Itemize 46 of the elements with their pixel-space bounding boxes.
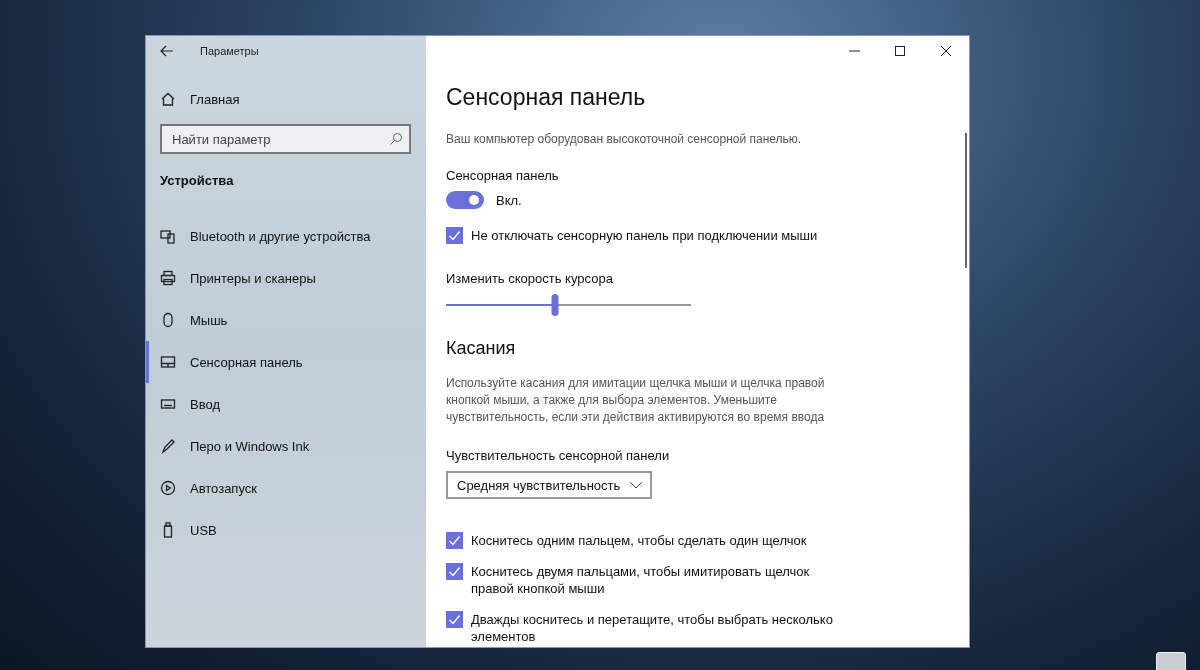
home-icon: [160, 91, 176, 107]
checkbox-label: Не отключать сенсорную панель при подключении мыши: [471, 227, 818, 244]
printer-icon: [160, 270, 176, 286]
sidebar-item[interactable]: Принтеры и сканеры: [146, 257, 426, 299]
touchpad-icon: [160, 354, 176, 370]
toggle-state-text: Вкл.: [496, 192, 522, 208]
chevron-down-icon: [630, 481, 643, 489]
toggle-switch[interactable]: [446, 191, 484, 209]
sidebar-item[interactable]: Сенсорная панель: [146, 341, 426, 383]
slider-label: Изменить скорость курсора: [446, 271, 614, 286]
sidebar-item[interactable]: Ввод: [146, 383, 426, 425]
sidebar-item[interactable]: Мышь: [146, 299, 426, 341]
sidebar-item[interactable]: Автозапуск: [146, 467, 426, 509]
checkbox-label: Дважды коснитесь и перетащите, чтобы выбрать несколько элементов: [471, 611, 834, 645]
maximize-icon: [895, 46, 905, 56]
section-heading: Устройства: [159, 173, 235, 190]
search-icon: [389, 132, 403, 146]
home-link[interactable]: Главная: [146, 84, 426, 114]
slider-thumb[interactable]: [551, 294, 559, 316]
search-field[interactable]: Найти параметр: [160, 124, 411, 154]
devices-icon: [160, 228, 176, 244]
autoplay-icon: [160, 480, 176, 496]
window-title: Параметры: [200, 45, 259, 57]
checkbox[interactable]: [446, 532, 463, 549]
description-text: Используйте касания для имитации щелчка мыши и щелчка правой кнопкой мыши, а также для выбора элементов. Уменьшите чувствительность, если эти действия активируются во время ввода: [446, 375, 826, 426]
section-heading: Касания: [446, 338, 517, 359]
sidebar-item[interactable]: Bluetooth и другие устройства: [146, 215, 426, 257]
toggle-label: Сенсорная панель: [446, 168, 560, 183]
sensitivity-dropdown[interactable]: Средняя чувствительность: [446, 471, 653, 499]
sidebar-item[interactable]: USB: [146, 509, 426, 551]
pen-icon: [160, 438, 176, 454]
close-icon: [941, 46, 951, 56]
minimize-icon: [848, 50, 860, 52]
checkbox-label: Коснитесь одним пальцем, чтобы сделать один щелчок: [471, 532, 807, 549]
scrollbar[interactable]: [965, 133, 967, 268]
back-arrow-icon[interactable]: [160, 45, 174, 57]
checkbox[interactable]: [446, 563, 463, 580]
description-text: Ваш компьютер оборудован высокоточной сенсорной панелью.: [446, 131, 803, 148]
checkbox-label: Коснитесь двумя пальцами, чтобы имитировать щелчок правой кнопкой мыши: [471, 563, 811, 597]
checkbox[interactable]: [446, 611, 463, 628]
checkbox[interactable]: [446, 227, 463, 244]
page-title: Сенсорная панель: [446, 84, 647, 111]
keyboard-icon: [160, 396, 176, 412]
mouse-icon: [160, 312, 176, 328]
sidebar-item[interactable]: Перо и Windows Ink: [146, 425, 426, 467]
dropdown-label: Чувствительность сенсорной панели: [446, 448, 671, 463]
